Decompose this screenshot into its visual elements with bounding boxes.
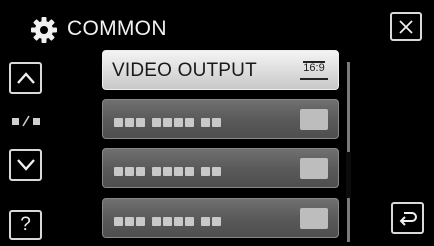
help-label: ? xyxy=(20,214,31,235)
menu-item-placeholder[interactable] xyxy=(102,99,339,139)
chevron-up-icon xyxy=(16,72,35,84)
menu-item-value: 16:9 xyxy=(300,60,328,80)
menu-item-label: VIDEO OUTPUT xyxy=(112,60,257,81)
close-button[interactable] xyxy=(390,12,422,41)
chevron-down-icon xyxy=(16,159,35,171)
placeholder-value xyxy=(300,109,328,130)
menu-item-video-output[interactable]: VIDEO OUTPUT 16:9 xyxy=(102,50,339,90)
gear-icon xyxy=(31,17,57,43)
placeholder-label xyxy=(114,163,223,176)
placeholder-label xyxy=(114,114,223,127)
close-icon xyxy=(399,19,413,34)
return-arrow-icon xyxy=(399,212,417,226)
menu-item-placeholder[interactable] xyxy=(102,148,339,188)
scroll-down-button[interactable] xyxy=(9,149,42,181)
help-button[interactable]: ? xyxy=(9,210,42,240)
scroll-up-button[interactable] xyxy=(9,62,42,94)
scrollbar-thumb[interactable] xyxy=(346,152,351,198)
page-indicator xyxy=(12,115,40,127)
placeholder-value xyxy=(300,208,328,229)
menu-item-placeholder[interactable] xyxy=(102,198,339,238)
placeholder-label xyxy=(114,213,223,226)
back-button[interactable] xyxy=(391,202,424,234)
placeholder-value xyxy=(300,158,328,179)
page-title: COMMON xyxy=(67,17,167,40)
